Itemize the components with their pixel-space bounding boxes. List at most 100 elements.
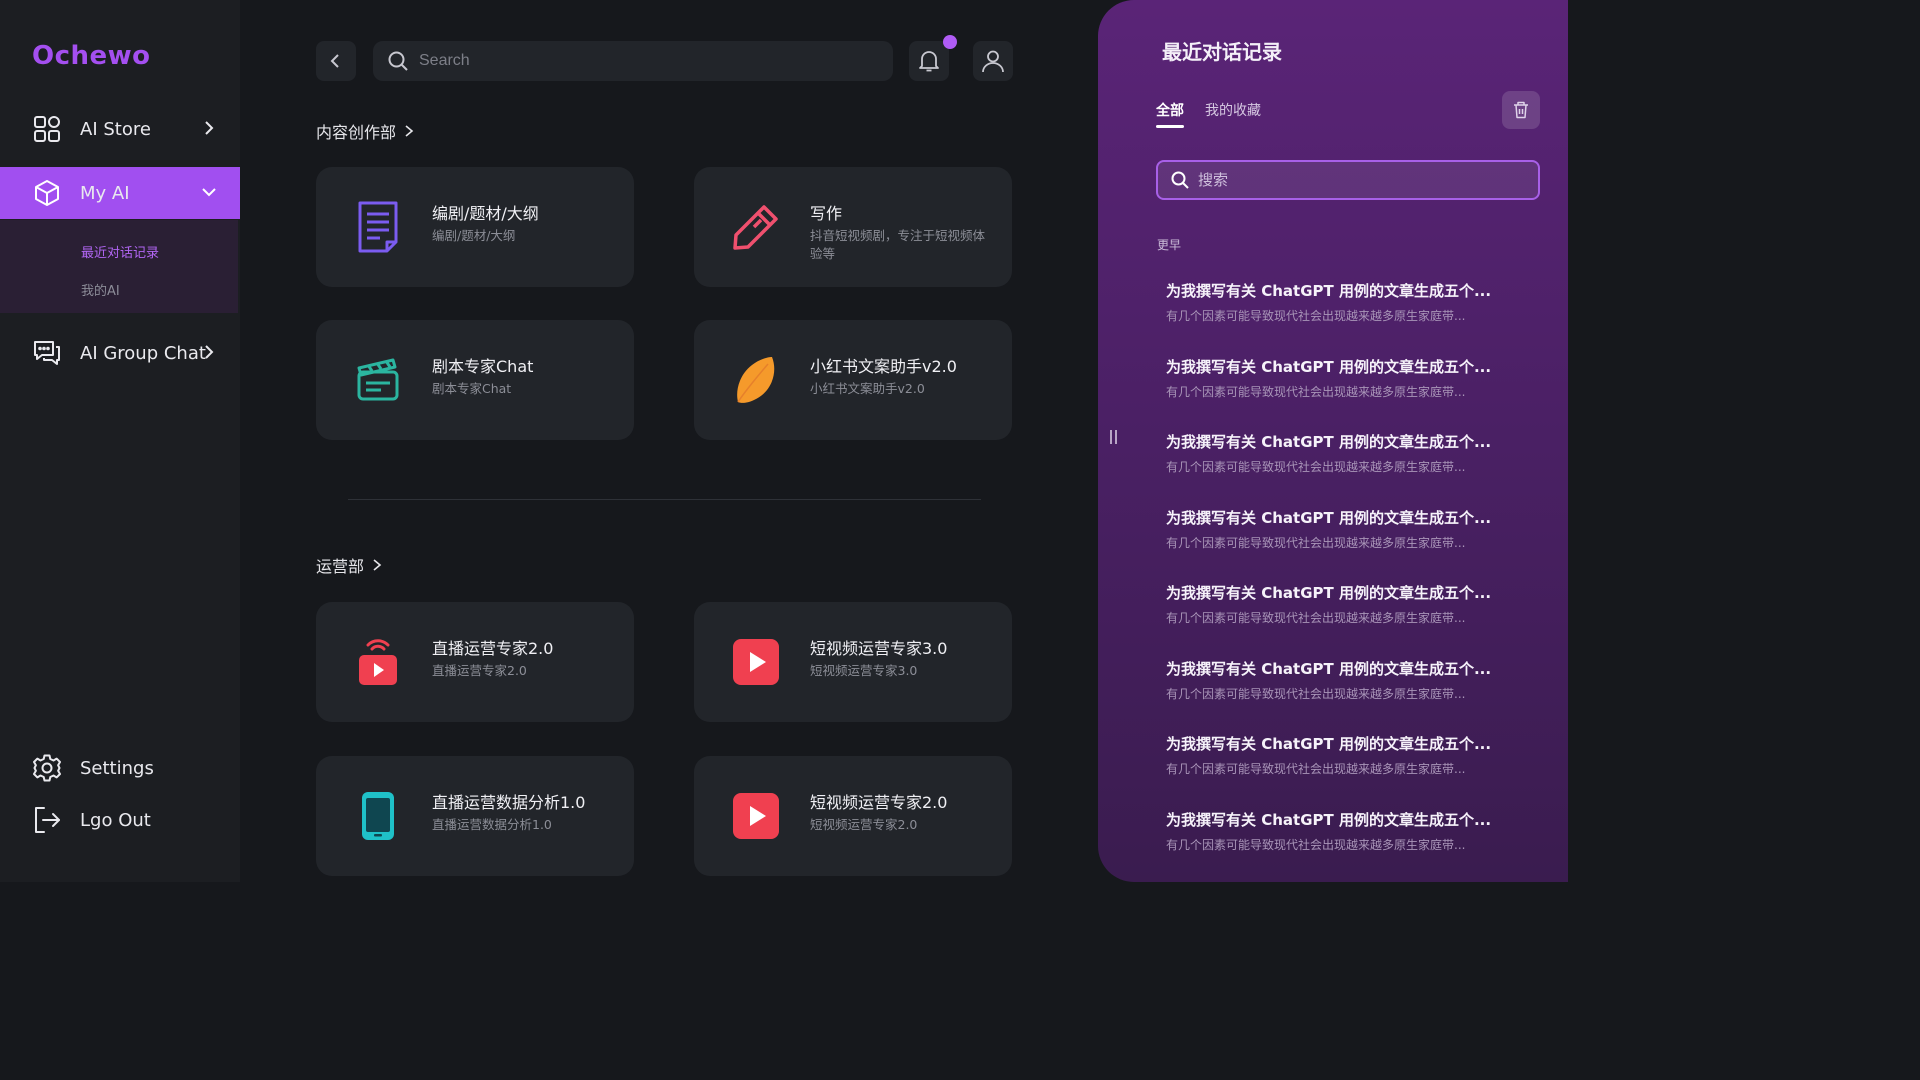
ai-card[interactable]: 小红书文案助手v2.0 小红书文案助手v2.0 (694, 320, 1012, 440)
profile-button[interactable] (973, 41, 1013, 81)
ai-card[interactable]: 剧本专家Chat 剧本专家Chat (316, 320, 634, 440)
card-title: 小红书文案助手v2.0 (810, 357, 957, 376)
chevron-right-icon (205, 121, 214, 135)
card-subtitle: 小红书文案助手v2.0 (810, 381, 925, 396)
history-item[interactable]: 为我撰写有关 ChatGPT 用例的文章生成五个... 有几个因素可能导致现代社… (1166, 733, 1526, 809)
history-item[interactable]: 为我撰写有关 ChatGPT 用例的文章生成五个... 有几个因素可能导致现代社… (1166, 809, 1526, 885)
history-item-snippet: 有几个因素可能导致现代社会出现越来越多原生家庭带... (1166, 309, 1466, 323)
history-group-label: 更早 (1157, 238, 1182, 252)
gear-icon (32, 753, 62, 783)
search-icon (1171, 171, 1189, 189)
panel-resize-handle[interactable] (1110, 430, 1118, 446)
card-subtitle: 抖音短视频剧，专注于短视频体验等 (810, 228, 986, 261)
ai-card[interactable]: 写作 抖音短视频剧，专注于短视频体验等 (694, 167, 1012, 287)
chevron-right-icon (405, 125, 414, 137)
ai-card[interactable]: 短视频运营专家2.0 短视频运营专家2.0 (694, 756, 1012, 876)
sidebar-item-ai-group-chat[interactable]: AI Group Chat (0, 327, 240, 379)
play-icon (726, 786, 786, 846)
chevron-down-icon (202, 188, 216, 197)
history-item-snippet: 有几个因素可能导致现代社会出现越来越多原生家庭带... (1166, 762, 1466, 776)
history-item[interactable]: 为我撰写有关 ChatGPT 用例的文章生成五个... 有几个因素可能导致现代社… (1166, 280, 1526, 356)
history-item-title: 为我撰写有关 ChatGPT 用例的文章生成五个... (1166, 357, 1492, 376)
card-title: 剧本专家Chat (432, 357, 534, 376)
search-input[interactable] (419, 52, 879, 70)
sidebar-item-my-ai[interactable]: My AI (0, 167, 240, 219)
live-tv-icon (348, 632, 408, 692)
history-item-snippet: 有几个因素可能导致现代社会出现越来越多原生家庭带... (1166, 460, 1466, 474)
history-item-title: 为我撰写有关 ChatGPT 用例的文章生成五个... (1166, 584, 1492, 602)
chevron-right-icon (205, 345, 214, 359)
leaf-icon (726, 350, 786, 410)
logo: Ochewo (32, 40, 151, 72)
history-item[interactable]: 为我撰写有关 ChatGPT 用例的文章生成五个... 有几个因素可能导致现代社… (1166, 582, 1526, 658)
ai-card[interactable]: 直播运营专家2.0 直播运营专家2.0 (316, 602, 634, 722)
tab-favorites[interactable]: 我的收藏 (1205, 100, 1261, 120)
section-divider (348, 499, 981, 500)
sidebar-item-settings[interactable]: Settings (0, 742, 240, 794)
tab-all[interactable]: 全部 (1156, 100, 1184, 128)
logout-icon (32, 805, 62, 835)
history-item-snippet: 有几个因素可能导致现代社会出现越来越多原生家庭带... (1166, 535, 1466, 550)
ai-card[interactable]: 编剧/题材/大纲 编剧/题材/大纲 (316, 167, 634, 287)
recent-chats-panel: 最近对话记录 全部 我的收藏 更早 为我撰写有关 ChatGPT 用例的文章生成… (1098, 0, 1568, 882)
notifications-button[interactable] (909, 35, 957, 81)
card-subtitle: 编剧/题材/大纲 (432, 228, 516, 243)
card-subtitle: 直播运营数据分析1.0 (432, 817, 552, 832)
section-title-text: 运营部 (316, 557, 365, 576)
back-button[interactable] (316, 41, 356, 81)
trash-icon (1514, 101, 1528, 119)
card-title: 短视频运营专家3.0 (810, 639, 948, 658)
sidebar-item-logout[interactable]: Lgo Out (0, 794, 240, 846)
clapperboard-icon (348, 350, 408, 410)
sidebar: Ochewo AI Store My AI 最近对话记录 我的AI AI Gro… (0, 0, 240, 882)
phone-icon (348, 786, 408, 846)
sidebar-item-label: Lgo Out (80, 809, 151, 831)
clear-history-button[interactable] (1502, 91, 1540, 129)
play-icon (726, 632, 786, 692)
submenu-item-my-ai[interactable]: 我的AI (81, 280, 120, 299)
chat-bubbles-icon (32, 338, 62, 368)
card-subtitle: 短视频运营专家2.0 (810, 817, 918, 832)
history-item-snippet: 有几个因素可能导致现代社会出现越来越多原生家庭带... (1166, 611, 1466, 625)
search-icon (388, 51, 408, 71)
submenu-item-recent-chats[interactable]: 最近对话记录 (81, 242, 159, 261)
app-window: Ochewo AI Store My AI 最近对话记录 我的AI AI Gro… (0, 0, 1568, 882)
section-title-text: 内容创作部 (316, 123, 397, 142)
ai-card[interactable]: 直播运营数据分析1.0 直播运营数据分析1.0 (316, 756, 634, 876)
document-icon (348, 197, 408, 257)
card-subtitle: 短视频运营专家3.0 (810, 663, 918, 678)
section-title-operations[interactable]: 运营部 (316, 553, 384, 577)
card-title: 短视频运营专家2.0 (810, 793, 948, 812)
history-item-title: 为我撰写有关 ChatGPT 用例的文章生成五个... (1166, 282, 1492, 300)
bell-icon (919, 51, 939, 72)
logo-text: Ochewo (32, 41, 151, 71)
history-item-title: 为我撰写有关 ChatGPT 用例的文章生成五个... (1166, 735, 1492, 753)
panel-title: 最近对话记录 (1162, 40, 1282, 64)
history-item-snippet: 有几个因素可能导致现代社会出现越来越多原生家庭带... (1166, 837, 1466, 852)
card-subtitle: 剧本专家Chat (432, 381, 512, 396)
sidebar-item-label: My AI (80, 182, 130, 204)
history-item[interactable]: 为我撰写有关 ChatGPT 用例的文章生成五个... 有几个因素可能导致现代社… (1166, 356, 1526, 432)
grid-icon (32, 114, 62, 144)
history-item[interactable]: 为我撰写有关 ChatGPT 用例的文章生成五个... 有几个因素可能导致现代社… (1166, 507, 1526, 583)
sidebar-item-ai-store[interactable]: AI Store (0, 103, 240, 155)
notification-dot (943, 35, 957, 49)
card-title: 直播运营专家2.0 (432, 639, 554, 658)
history-list: 为我撰写有关 ChatGPT 用例的文章生成五个... 有几个因素可能导致现代社… (1166, 280, 1526, 884)
history-item-title: 为我撰写有关 ChatGPT 用例的文章生成五个... (1166, 508, 1492, 527)
history-item[interactable]: 为我撰写有关 ChatGPT 用例的文章生成五个... 有几个因素可能导致现代社… (1166, 658, 1526, 734)
sidebar-item-label: AI Store (80, 118, 151, 140)
card-subtitle: 直播运营专家2.0 (432, 663, 527, 678)
ai-card[interactable]: 短视频运营专家3.0 短视频运营专家3.0 (694, 602, 1012, 722)
history-item-title: 为我撰写有关 ChatGPT 用例的文章生成五个... (1166, 659, 1492, 678)
history-search-input[interactable] (1198, 171, 1528, 189)
my-ai-submenu: 最近对话记录 我的AI (0, 220, 238, 313)
chevron-left-icon (330, 54, 339, 68)
history-item[interactable]: 为我撰写有关 ChatGPT 用例的文章生成五个... 有几个因素可能导致现代社… (1166, 431, 1526, 507)
card-title: 编剧/题材/大纲 (432, 204, 539, 223)
history-item-title: 为我撰写有关 ChatGPT 用例的文章生成五个... (1166, 810, 1492, 829)
history-item-snippet: 有几个因素可能导致现代社会出现越来越多原生家庭带... (1166, 384, 1466, 399)
pencil-icon (726, 197, 786, 257)
card-title: 直播运营数据分析1.0 (432, 793, 586, 812)
section-title-content-creation[interactable]: 内容创作部 (316, 119, 416, 143)
